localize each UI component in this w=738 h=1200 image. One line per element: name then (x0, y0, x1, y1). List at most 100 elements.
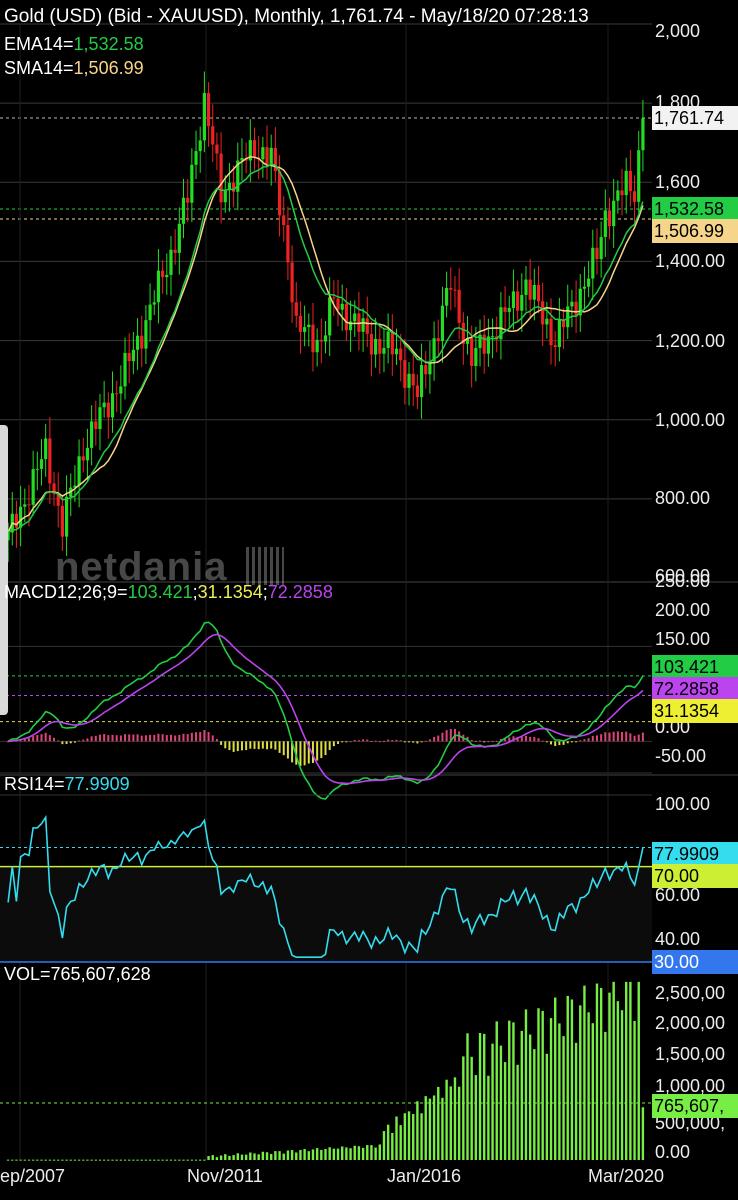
volume-bar (178, 1159, 181, 1161)
volume-bar (445, 1079, 448, 1160)
macd-hist-bar (190, 732, 193, 742)
macd-hist-bar (236, 741, 239, 752)
macd-hist-bar (320, 741, 323, 759)
volume-bar (437, 1086, 440, 1160)
candle-body (557, 319, 561, 348)
candle-body (48, 438, 52, 484)
candle-body (507, 308, 511, 312)
volume-bar (403, 1113, 407, 1160)
volume-bar (503, 1062, 507, 1160)
candle-body (632, 191, 637, 202)
macd-hist-bar (366, 739, 369, 742)
candle-body (616, 190, 620, 201)
macd-hist-bar (136, 734, 139, 742)
macd-hist-bar (533, 736, 536, 742)
macd-hist-value: 31.1354 (197, 582, 263, 602)
candle-body (361, 318, 365, 332)
volume-bar (190, 1159, 194, 1161)
candle-body (474, 347, 478, 366)
volume-bar (599, 988, 603, 1160)
candle-body (344, 303, 348, 331)
macd-hist-bar (299, 741, 302, 767)
volume-bar (136, 1159, 139, 1161)
vol-tick-0: 0.00 (655, 1142, 691, 1162)
macd-signal-value: 72.2858 (267, 582, 333, 602)
volume-bar (94, 1159, 97, 1161)
macd-hist-bar (215, 738, 218, 742)
candle-body (135, 335, 140, 350)
macd-hist-bar (583, 739, 586, 742)
macd-hist-bar (111, 734, 114, 742)
macd-hist-bar (232, 741, 235, 752)
macd-hist-bar (508, 737, 511, 742)
candle-body (206, 93, 211, 127)
volume-bar (378, 1144, 381, 1160)
volume-bar (616, 1001, 620, 1160)
volume-bar (336, 1148, 340, 1160)
candle-body (19, 506, 23, 528)
ema-price-tag: 1,532.58 (652, 197, 738, 221)
volume-bar (303, 1149, 306, 1160)
volume-bar (290, 1150, 294, 1160)
macd-tick-neg50: -50.00 (655, 746, 707, 766)
macd-hist-bar (604, 732, 607, 742)
macd-hist-bar (82, 739, 85, 742)
volume-bar (44, 1159, 47, 1161)
volume-bar (386, 1124, 390, 1160)
macd-hist-bar (44, 732, 47, 742)
macd-hist-bar (53, 737, 56, 742)
volume-bar (123, 1159, 127, 1161)
volume-bar (211, 1155, 214, 1160)
macd-hist-bar (65, 741, 68, 744)
volume-bar (629, 981, 632, 1160)
candle-body (553, 345, 557, 348)
vol-tick-2000: 2,000,00 (655, 1013, 726, 1033)
macd-hist-bar (153, 734, 156, 742)
macd-hist-bar (174, 735, 177, 742)
volume-bar (574, 1042, 578, 1160)
price-tick-800: 800.00 (655, 488, 711, 508)
macd-hist-bar (199, 732, 202, 742)
side-drawer-handle[interactable] (0, 425, 8, 715)
netdania-logo-grid-icon (246, 547, 284, 585)
candle-body (303, 327, 307, 332)
volume-bar (15, 1159, 18, 1161)
macd-hist-bar (48, 735, 51, 742)
macd-hist-bar (261, 741, 264, 749)
volume-bar (566, 995, 569, 1160)
candle-body (223, 190, 227, 203)
macd-label: MACD12;26;9= (4, 582, 128, 602)
macd-hist-bar (629, 733, 632, 742)
candle-body (106, 402, 110, 418)
macd-hist-bar (124, 734, 127, 742)
macd-hist-bar (395, 739, 398, 742)
volume-bar (98, 1159, 102, 1161)
macd-hist-bar (575, 741, 578, 743)
volume-bar (115, 1159, 118, 1161)
price-tick-1400: 1,400.00 (655, 251, 726, 271)
rsi-tick-40: 40.00 (655, 929, 701, 949)
macd-hist-bar (270, 741, 273, 749)
volume-bar (199, 1159, 202, 1161)
volume-bar (570, 999, 574, 1160)
volume-bar (11, 1159, 14, 1161)
candle-body (587, 278, 591, 287)
vol-tick-2500: 2,500,00 (655, 983, 726, 1003)
volume-bar (549, 1018, 553, 1160)
macd-hist-bar (240, 741, 243, 751)
volume-bar (604, 1031, 607, 1160)
x-tick-2016: Jan/2016 (387, 1166, 462, 1186)
candle-body (545, 318, 549, 325)
candle-body (424, 365, 428, 375)
macd-hist-bar (470, 739, 473, 742)
volume-bar (27, 1159, 31, 1161)
macd-hist-bar (641, 732, 644, 742)
volume-bar (111, 1159, 114, 1161)
macd-hist-bar (608, 732, 611, 742)
volume-bar (282, 1153, 285, 1160)
macd-hist-bar (182, 733, 185, 742)
volume-bar (86, 1159, 89, 1161)
candle-body (307, 324, 311, 328)
price-tick-1200: 1,200.00 (655, 331, 726, 351)
volume-bar (19, 1159, 22, 1161)
